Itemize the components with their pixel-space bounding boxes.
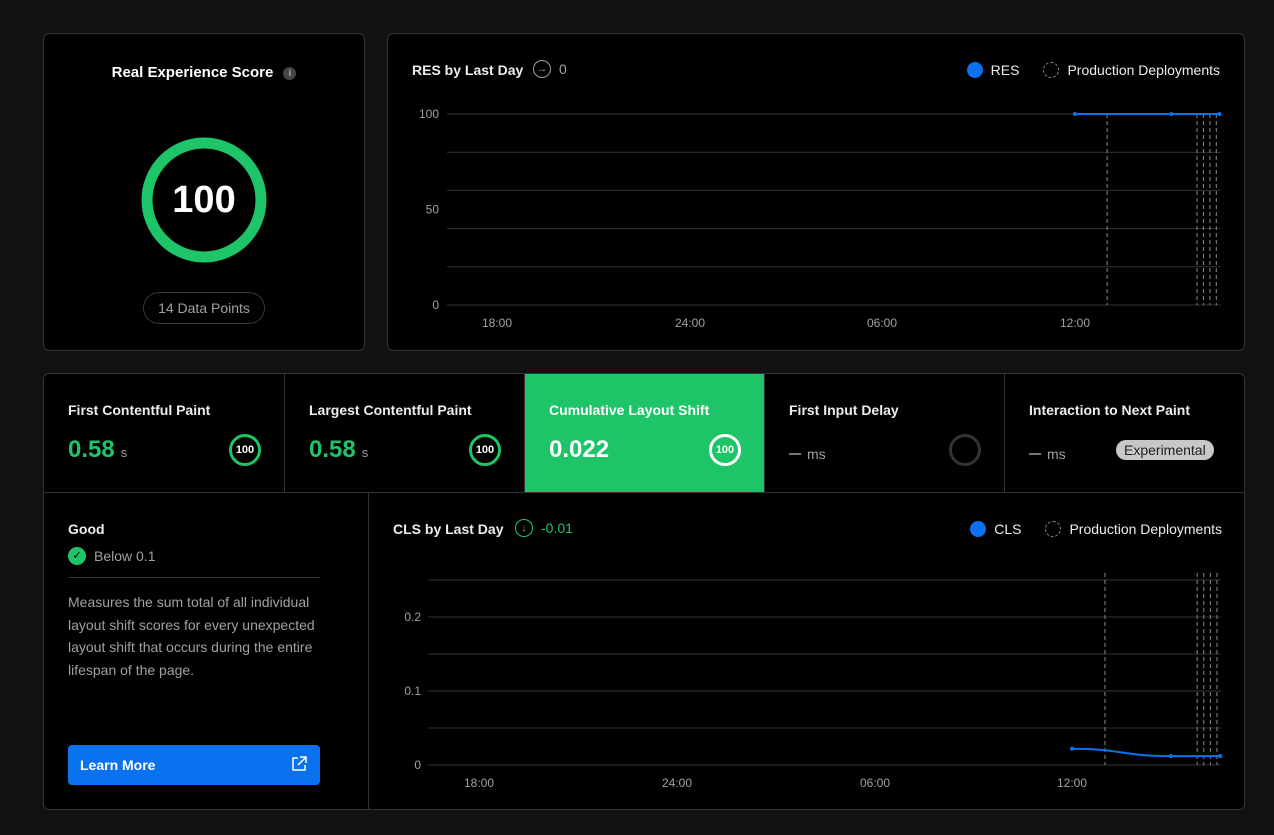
cls-x-tick-label: 12:00 <box>1057 776 1087 790</box>
metric-detail: Good ✓ Below 0.1 Measures the sum total … <box>44 493 369 809</box>
tab-cumulative-layout-shift[interactable]: Cumulative Layout Shift 0.022 100 <box>525 374 765 493</box>
fid-score-badge <box>949 434 981 466</box>
res-data-point <box>1217 112 1222 116</box>
res-chart-card: RES by Last Day → 0 RES Production Deplo… <box>387 33 1245 351</box>
res-score-card: Real Experience Score i 100 14 Data Point… <box>43 33 365 351</box>
threshold: ✓ Below 0.1 <box>68 547 155 565</box>
tab-largest-contentful-paint[interactable]: Largest Contentful Paint 0.58 s 100 <box>285 374 525 493</box>
score-card-title: Real Experience Score i <box>44 64 364 81</box>
cls-y-tick-label: 0.2 <box>404 610 421 624</box>
cls-score-badge: 100 <box>709 434 741 466</box>
cls-chart-plot[interactable]: 0.2 0.1 0 18:00 24:00 06:00 12:00 <box>369 493 1245 810</box>
res-chart-plot[interactable]: 100 50 0 18:00 24:00 06:00 12:00 <box>388 34 1244 350</box>
check-circle-icon: ✓ <box>68 547 86 565</box>
res-x-tick-label: 24:00 <box>675 316 705 330</box>
lcp-value: 0.58 <box>309 436 356 463</box>
no-data-dash <box>1029 453 1041 455</box>
res-x-tick-label: 12:00 <box>1060 316 1090 330</box>
experimental-badge: Experimental <box>1116 440 1214 460</box>
tab-interaction-to-next-paint[interactable]: Interaction to Next Paint ms Experimenta… <box>1005 374 1244 493</box>
external-link-icon <box>292 756 307 771</box>
lcp-score-badge: 100 <box>469 434 501 466</box>
metric-description: Measures the sum total of all individual… <box>68 594 315 678</box>
web-vitals-panel: First Contentful Paint 0.58 s 100 Largest… <box>43 373 1245 810</box>
learn-more-button[interactable]: Learn More <box>68 745 320 785</box>
res-y-tick-label: 0 <box>432 298 439 312</box>
res-data-point <box>1073 112 1077 116</box>
data-points-pill: 14 Data Points <box>143 292 265 324</box>
score-ring: 100 <box>140 136 268 264</box>
rating-label: Good <box>68 521 105 537</box>
tab-first-contentful-paint[interactable]: First Contentful Paint 0.58 s 100 <box>44 374 285 493</box>
cls-chart-area: CLS by Last Day ↓ -0.01 CLS Production D… <box>369 493 1245 810</box>
cls-series-line <box>1071 747 1221 758</box>
info-icon[interactable]: i <box>283 67 297 80</box>
cls-value: 0.022 <box>549 436 610 463</box>
fcp-score-badge: 100 <box>229 434 261 466</box>
cls-x-tick-label: 24:00 <box>662 776 692 790</box>
cls-data-point <box>1070 746 1074 751</box>
res-x-tick-label: 06:00 <box>867 316 897 330</box>
res-y-tick-label: 100 <box>419 107 439 121</box>
cls-y-tick-label: 0 <box>414 758 421 772</box>
tab-first-input-delay[interactable]: First Input Delay ms <box>765 374 1005 493</box>
fcp-value: 0.58 <box>68 436 115 463</box>
cls-data-point <box>1168 754 1173 759</box>
score-value: 100 <box>172 179 236 221</box>
cls-y-tick-label: 0.1 <box>404 684 421 698</box>
cls-x-tick-label: 06:00 <box>860 776 890 790</box>
no-data-dash <box>789 453 801 455</box>
res-y-tick-label: 50 <box>426 203 440 217</box>
divider <box>68 577 320 578</box>
cls-x-tick-label: 18:00 <box>464 776 494 790</box>
cls-data-point <box>1218 754 1223 759</box>
res-data-point <box>1169 112 1174 116</box>
res-x-tick-label: 18:00 <box>482 316 512 330</box>
